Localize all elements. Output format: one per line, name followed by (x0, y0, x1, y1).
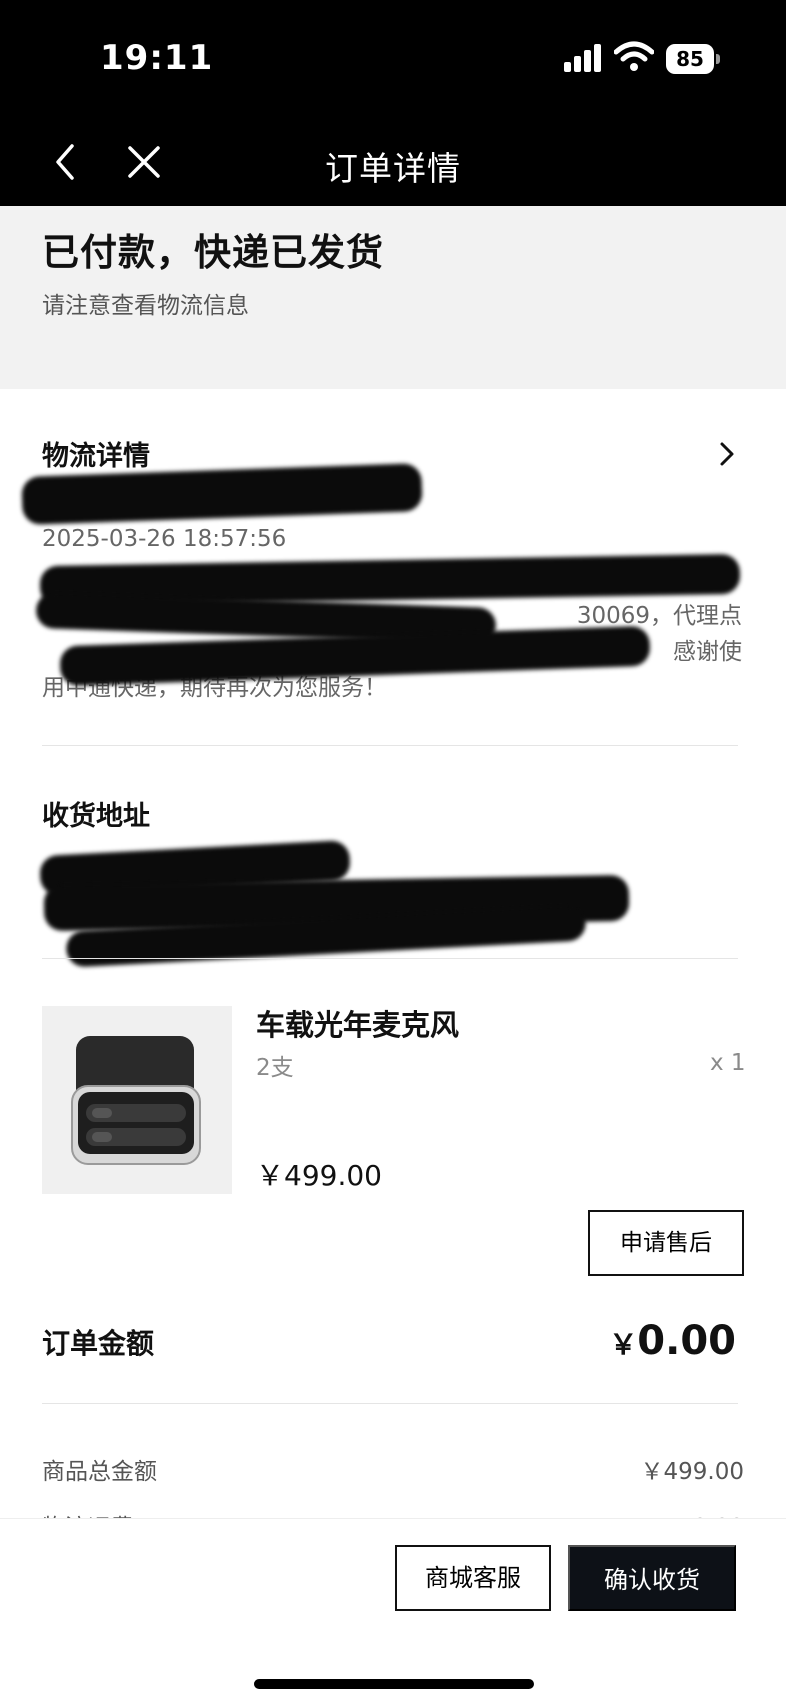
confirm-receipt-button[interactable]: 确认收货 (568, 1545, 736, 1611)
order-amount-value: ￥0.00 (609, 1318, 736, 1364)
battery-level: 85 (666, 44, 714, 74)
product-price: ￥499.00 (256, 1159, 382, 1192)
after-sale-button[interactable]: 申请售后 (588, 1210, 744, 1276)
divider (42, 958, 738, 959)
battery-icon: 85 (666, 44, 720, 74)
order-status-title: 已付款，快递已发货 (42, 231, 384, 274)
status-time: 19:11 (100, 38, 214, 78)
order-amount-label: 订单金额 (42, 1327, 155, 1360)
customer-service-button[interactable]: 商城客服 (395, 1545, 551, 1611)
signal-icon (564, 44, 604, 72)
summary-label: 商品总金额 (42, 1459, 157, 1485)
summary-value: ￥499.00 (640, 1459, 744, 1485)
order-status-section: 已付款，快递已发货 请注意查看物流信息 (0, 206, 786, 389)
bottom-action-bar: 商城客服 确认收货 (0, 1518, 786, 1704)
divider (42, 1403, 738, 1404)
order-amount-number: 0.00 (637, 1318, 736, 1364)
order-amount-currency: ￥ (609, 1328, 638, 1361)
chevron-right-icon[interactable] (716, 440, 738, 468)
home-indicator[interactable] (254, 1679, 534, 1689)
logistics-time: 2025-03-26 18:57:56 (42, 526, 287, 552)
product-image[interactable] (42, 1006, 232, 1194)
page-title: 订单详情 (325, 149, 461, 188)
product-quantity: x 1 (710, 1050, 746, 1076)
divider (42, 745, 738, 746)
nav-bar: 订单详情 (0, 118, 786, 206)
wifi-icon (614, 41, 654, 71)
logistics-title[interactable]: 物流详情 (42, 434, 150, 473)
status-bar: 19:11 85 (0, 0, 786, 118)
address-title: 收货地址 (42, 801, 150, 832)
order-status-subtitle: 请注意查看物流信息 (42, 293, 249, 319)
product-name[interactable]: 车载光年麦克风 (256, 1002, 459, 1044)
product-spec: 2支 (256, 1055, 294, 1081)
microphone-case-image (71, 1036, 201, 1165)
